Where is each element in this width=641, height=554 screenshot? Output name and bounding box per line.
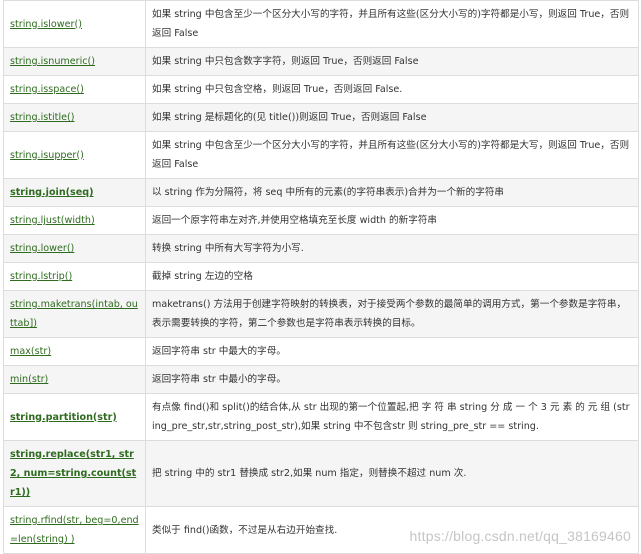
watermark: https://blog.csdn.net/qq_38169460 — [409, 528, 631, 544]
description-cell: 如果 string 中只包含数字字符，则返回 True，否则返回 False — [145, 47, 639, 76]
table-row: string.isspace() 如果 string 中只包含空格，则返回 Tru… — [3, 75, 639, 104]
method-cell: string.lower() — [3, 234, 146, 263]
method-cell: string.isnumeric() — [3, 47, 146, 76]
method-cell: string.isupper() — [3, 131, 146, 179]
description-cell: 如果 string 中包含至少一个区分大小写的字符，并且所有这些(区分大小写的)… — [145, 131, 639, 179]
description-cell: 转换 string 中所有大写字符为小写. — [145, 234, 639, 263]
table-row: string.join(seq) 以 string 作为分隔符，将 seq 中所有… — [3, 178, 639, 207]
method-cell: string.partition(str) — [3, 393, 146, 441]
table-row: string.maketrans(intab, outtab]) maketran… — [3, 290, 639, 338]
description-cell: 如果 string 中包含至少一个区分大小写的字符，并且所有这些(区分大小写的)… — [145, 0, 639, 48]
description-cell: 返回字符串 str 中最小的字母。 — [145, 365, 639, 394]
method-link[interactable]: string.replace(str1, str2, num=string.co… — [10, 449, 136, 498]
table-row: string.istitle() 如果 string 是标题化的(见 title(… — [3, 103, 639, 132]
method-cell: string.ljust(width) — [3, 206, 146, 235]
method-link[interactable]: string.rfind(str, beg=0,end=len(string) … — [10, 515, 139, 545]
table-row: string.lstrip() 截掉 string 左边的空格 — [3, 262, 639, 291]
method-link[interactable]: string.maketrans(intab, outtab]) — [10, 299, 138, 329]
method-link[interactable]: string.ljust(width) — [10, 215, 95, 226]
method-cell: min(str) — [3, 365, 146, 394]
description-cell: 把 string 中的 str1 替换成 str2,如果 num 指定，则替换不… — [145, 440, 639, 507]
table-row: string.ljust(width) 返回一个原字符串左对齐,并使用空格填充至长… — [3, 206, 639, 235]
description-cell: 截掉 string 左边的空格 — [145, 262, 639, 291]
method-cell: string.maketrans(intab, outtab]) — [3, 290, 146, 338]
table-body: string.islower() 如果 string 中包含至少一个区分大小写的字… — [3, 0, 639, 554]
table-row: min(str) 返回字符串 str 中最小的字母。 — [3, 365, 639, 394]
string-methods-table: string.islower() 如果 string 中包含至少一个区分大小写的字… — [3, 0, 639, 554]
method-cell: string.istitle() — [3, 103, 146, 132]
method-link[interactable]: string.istitle() — [10, 112, 75, 123]
method-link[interactable]: string.join(seq) — [10, 187, 94, 198]
method-link[interactable]: min(str) — [10, 374, 48, 385]
method-cell: string.islower() — [3, 0, 146, 48]
description-cell: 如果 string 中只包含空格，则返回 True，否则返回 False. — [145, 75, 639, 104]
table-row: string.isupper() 如果 string 中包含至少一个区分大小写的字… — [3, 131, 639, 179]
description-cell: 以 string 作为分隔符，将 seq 中所有的元素(的字符串表示)合并为一个… — [145, 178, 639, 207]
description-cell: 有点像 find()和 split()的结合体,从 str 出现的第一个位置起,… — [145, 393, 639, 441]
table-row: string.replace(str1, str2, num=string.co… — [3, 440, 639, 507]
method-link[interactable]: string.isupper() — [10, 150, 84, 161]
method-link[interactable]: string.lstrip() — [10, 271, 72, 282]
method-link[interactable]: string.isspace() — [10, 84, 84, 95]
method-cell: string.join(seq) — [3, 178, 146, 207]
table-row: string.islower() 如果 string 中包含至少一个区分大小写的字… — [3, 0, 639, 48]
method-link[interactable]: string.partition(str) — [10, 412, 117, 423]
method-link[interactable]: string.isnumeric() — [10, 56, 95, 67]
method-cell: string.replace(str1, str2, num=string.co… — [3, 440, 146, 507]
table-row: max(str) 返回字符串 str 中最大的字母。 — [3, 337, 639, 366]
method-link[interactable]: string.islower() — [10, 19, 82, 30]
description-cell: 返回一个原字符串左对齐,并使用空格填充至长度 width 的新字符串 — [145, 206, 639, 235]
table-row: string.lower() 转换 string 中所有大写字符为小写. — [3, 234, 639, 263]
description-cell: 返回字符串 str 中最大的字母。 — [145, 337, 639, 366]
table-row: string.partition(str) 有点像 find()和 split()… — [3, 393, 639, 441]
table-row: string.isnumeric() 如果 string 中只包含数字字符，则返回… — [3, 47, 639, 76]
method-cell: string.rfind(str, beg=0,end=len(string) … — [3, 506, 146, 554]
description-cell: maketrans() 方法用于创建字符映射的转换表，对于接受两个参数的最简单的… — [145, 290, 639, 338]
method-link[interactable]: max(str) — [10, 346, 51, 357]
method-link[interactable]: string.lower() — [10, 243, 74, 254]
description-cell: 如果 string 是标题化的(见 title())则返回 True，否则返回 … — [145, 103, 639, 132]
method-cell: string.isspace() — [3, 75, 146, 104]
method-cell: string.lstrip() — [3, 262, 146, 291]
method-cell: max(str) — [3, 337, 146, 366]
